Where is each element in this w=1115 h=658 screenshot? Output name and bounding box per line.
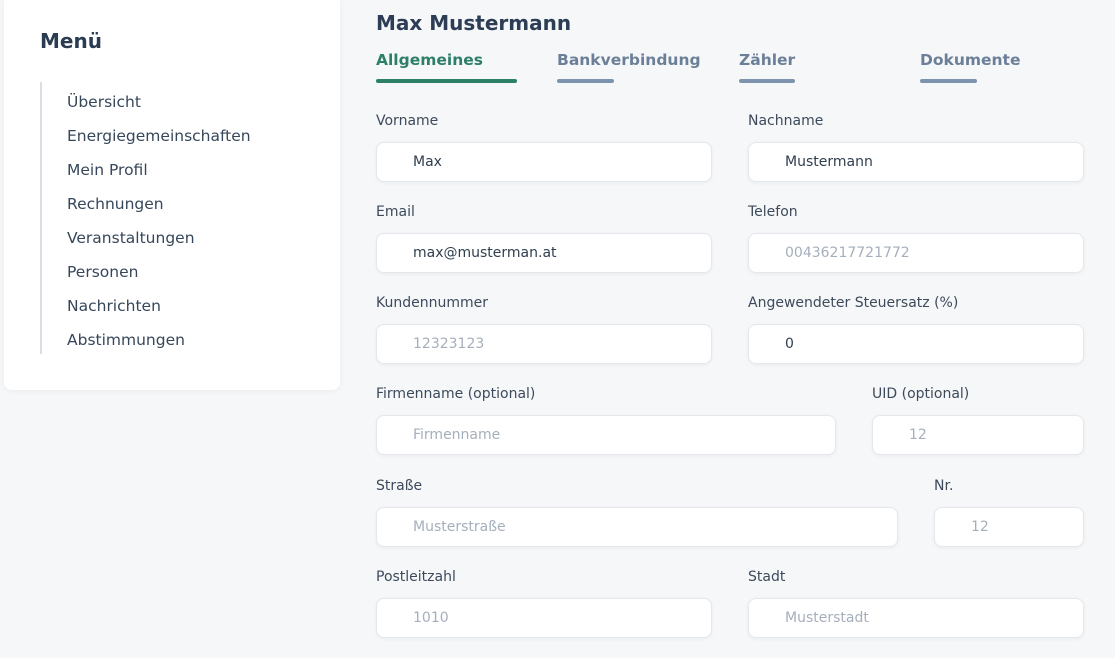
- steuersatz-field[interactable]: [748, 324, 1084, 364]
- sidebar-item-veranstaltungen[interactable]: Veranstaltungen: [67, 228, 195, 248]
- postleitzahl-label: Postleitzahl: [376, 569, 456, 585]
- sidebar-item-rechnungen[interactable]: Rechnungen: [67, 194, 164, 214]
- kundennummer-label: Kundennummer: [376, 295, 488, 311]
- sidebar-item-mein-profil[interactable]: Mein Profil: [67, 160, 148, 180]
- steuersatz-label: Angewendeter Steuersatz (%): [748, 295, 959, 311]
- telefon-field[interactable]: [748, 233, 1084, 273]
- vorname-field[interactable]: [376, 142, 712, 182]
- strasse-label: Straße: [376, 478, 423, 494]
- tab-bankverbindung[interactable]: Bankverbindung: [557, 50, 701, 70]
- sidebar-item-energiegemeinschaften[interactable]: Energiegemeinschaften: [67, 126, 251, 146]
- sidebar-item-personen[interactable]: Personen: [67, 262, 138, 282]
- tab-allgemeines-indicator: [376, 79, 517, 83]
- hausnummer-label: Nr.: [934, 478, 954, 494]
- nachname-label: Nachname: [748, 113, 824, 129]
- uid-label: UID (optional): [872, 386, 970, 402]
- hausnummer-field[interactable]: [934, 507, 1084, 547]
- stadt-field[interactable]: [748, 598, 1084, 638]
- stadt-label: Stadt: [748, 569, 786, 585]
- nachname-field[interactable]: [748, 142, 1084, 182]
- postleitzahl-field[interactable]: [376, 598, 712, 638]
- firmenname-field[interactable]: [376, 415, 836, 455]
- kundennummer-field[interactable]: [376, 324, 712, 364]
- tab-bankverbindung-indicator: [557, 79, 614, 83]
- menu-list: Übersicht Energiegemeinschaften Mein Pro…: [40, 82, 322, 354]
- sidebar-item-abstimmungen[interactable]: Abstimmungen: [67, 330, 185, 350]
- uid-field[interactable]: [872, 415, 1084, 455]
- telefon-label: Telefon: [748, 204, 798, 220]
- email-label: Email: [376, 204, 415, 220]
- tab-allgemeines[interactable]: Allgemeines: [376, 50, 483, 70]
- sidebar-menu: Menü Übersicht Energiegemeinschaften Mei…: [4, 0, 340, 390]
- email-field[interactable]: [376, 233, 712, 273]
- tab-dokumente-indicator: [920, 79, 977, 83]
- tab-zaehler-indicator: [739, 79, 795, 83]
- sidebar-item-nachrichten[interactable]: Nachrichten: [67, 296, 161, 316]
- strasse-field[interactable]: [376, 507, 898, 547]
- page-title: Max Mustermann: [376, 11, 572, 35]
- vorname-label: Vorname: [376, 113, 439, 129]
- tab-zaehler[interactable]: Zähler: [739, 50, 795, 70]
- firmenname-label: Firmenname (optional): [376, 386, 536, 402]
- sidebar-item-uebersicht[interactable]: Übersicht: [67, 92, 141, 112]
- tab-dokumente[interactable]: Dokumente: [920, 50, 1020, 70]
- menu-title: Menü: [40, 29, 102, 53]
